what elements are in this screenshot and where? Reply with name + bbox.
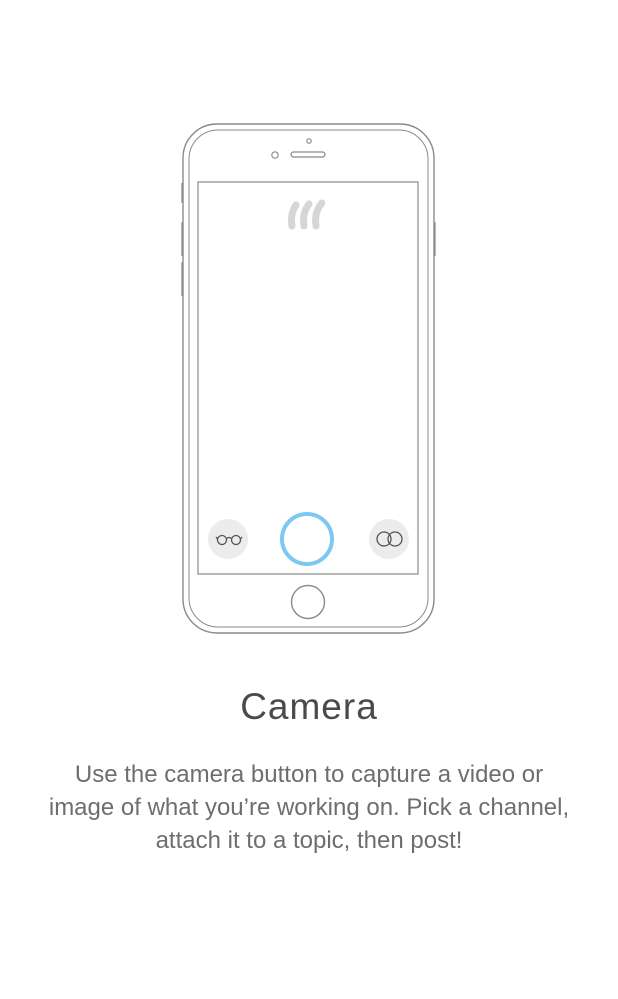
phone-illustration bbox=[181, 123, 436, 634]
earpiece-icon bbox=[290, 151, 326, 158]
front-camera-icon bbox=[271, 151, 279, 159]
overlapping-circles-icon[interactable] bbox=[369, 519, 409, 559]
glasses-icon[interactable] bbox=[208, 519, 248, 559]
front-sensor-icon bbox=[306, 138, 312, 144]
page-title: Camera bbox=[240, 686, 378, 727]
phone-top-sensors bbox=[271, 138, 326, 159]
page-description: Use the camera button to capture a video… bbox=[48, 761, 570, 854]
home-button bbox=[290, 584, 326, 620]
